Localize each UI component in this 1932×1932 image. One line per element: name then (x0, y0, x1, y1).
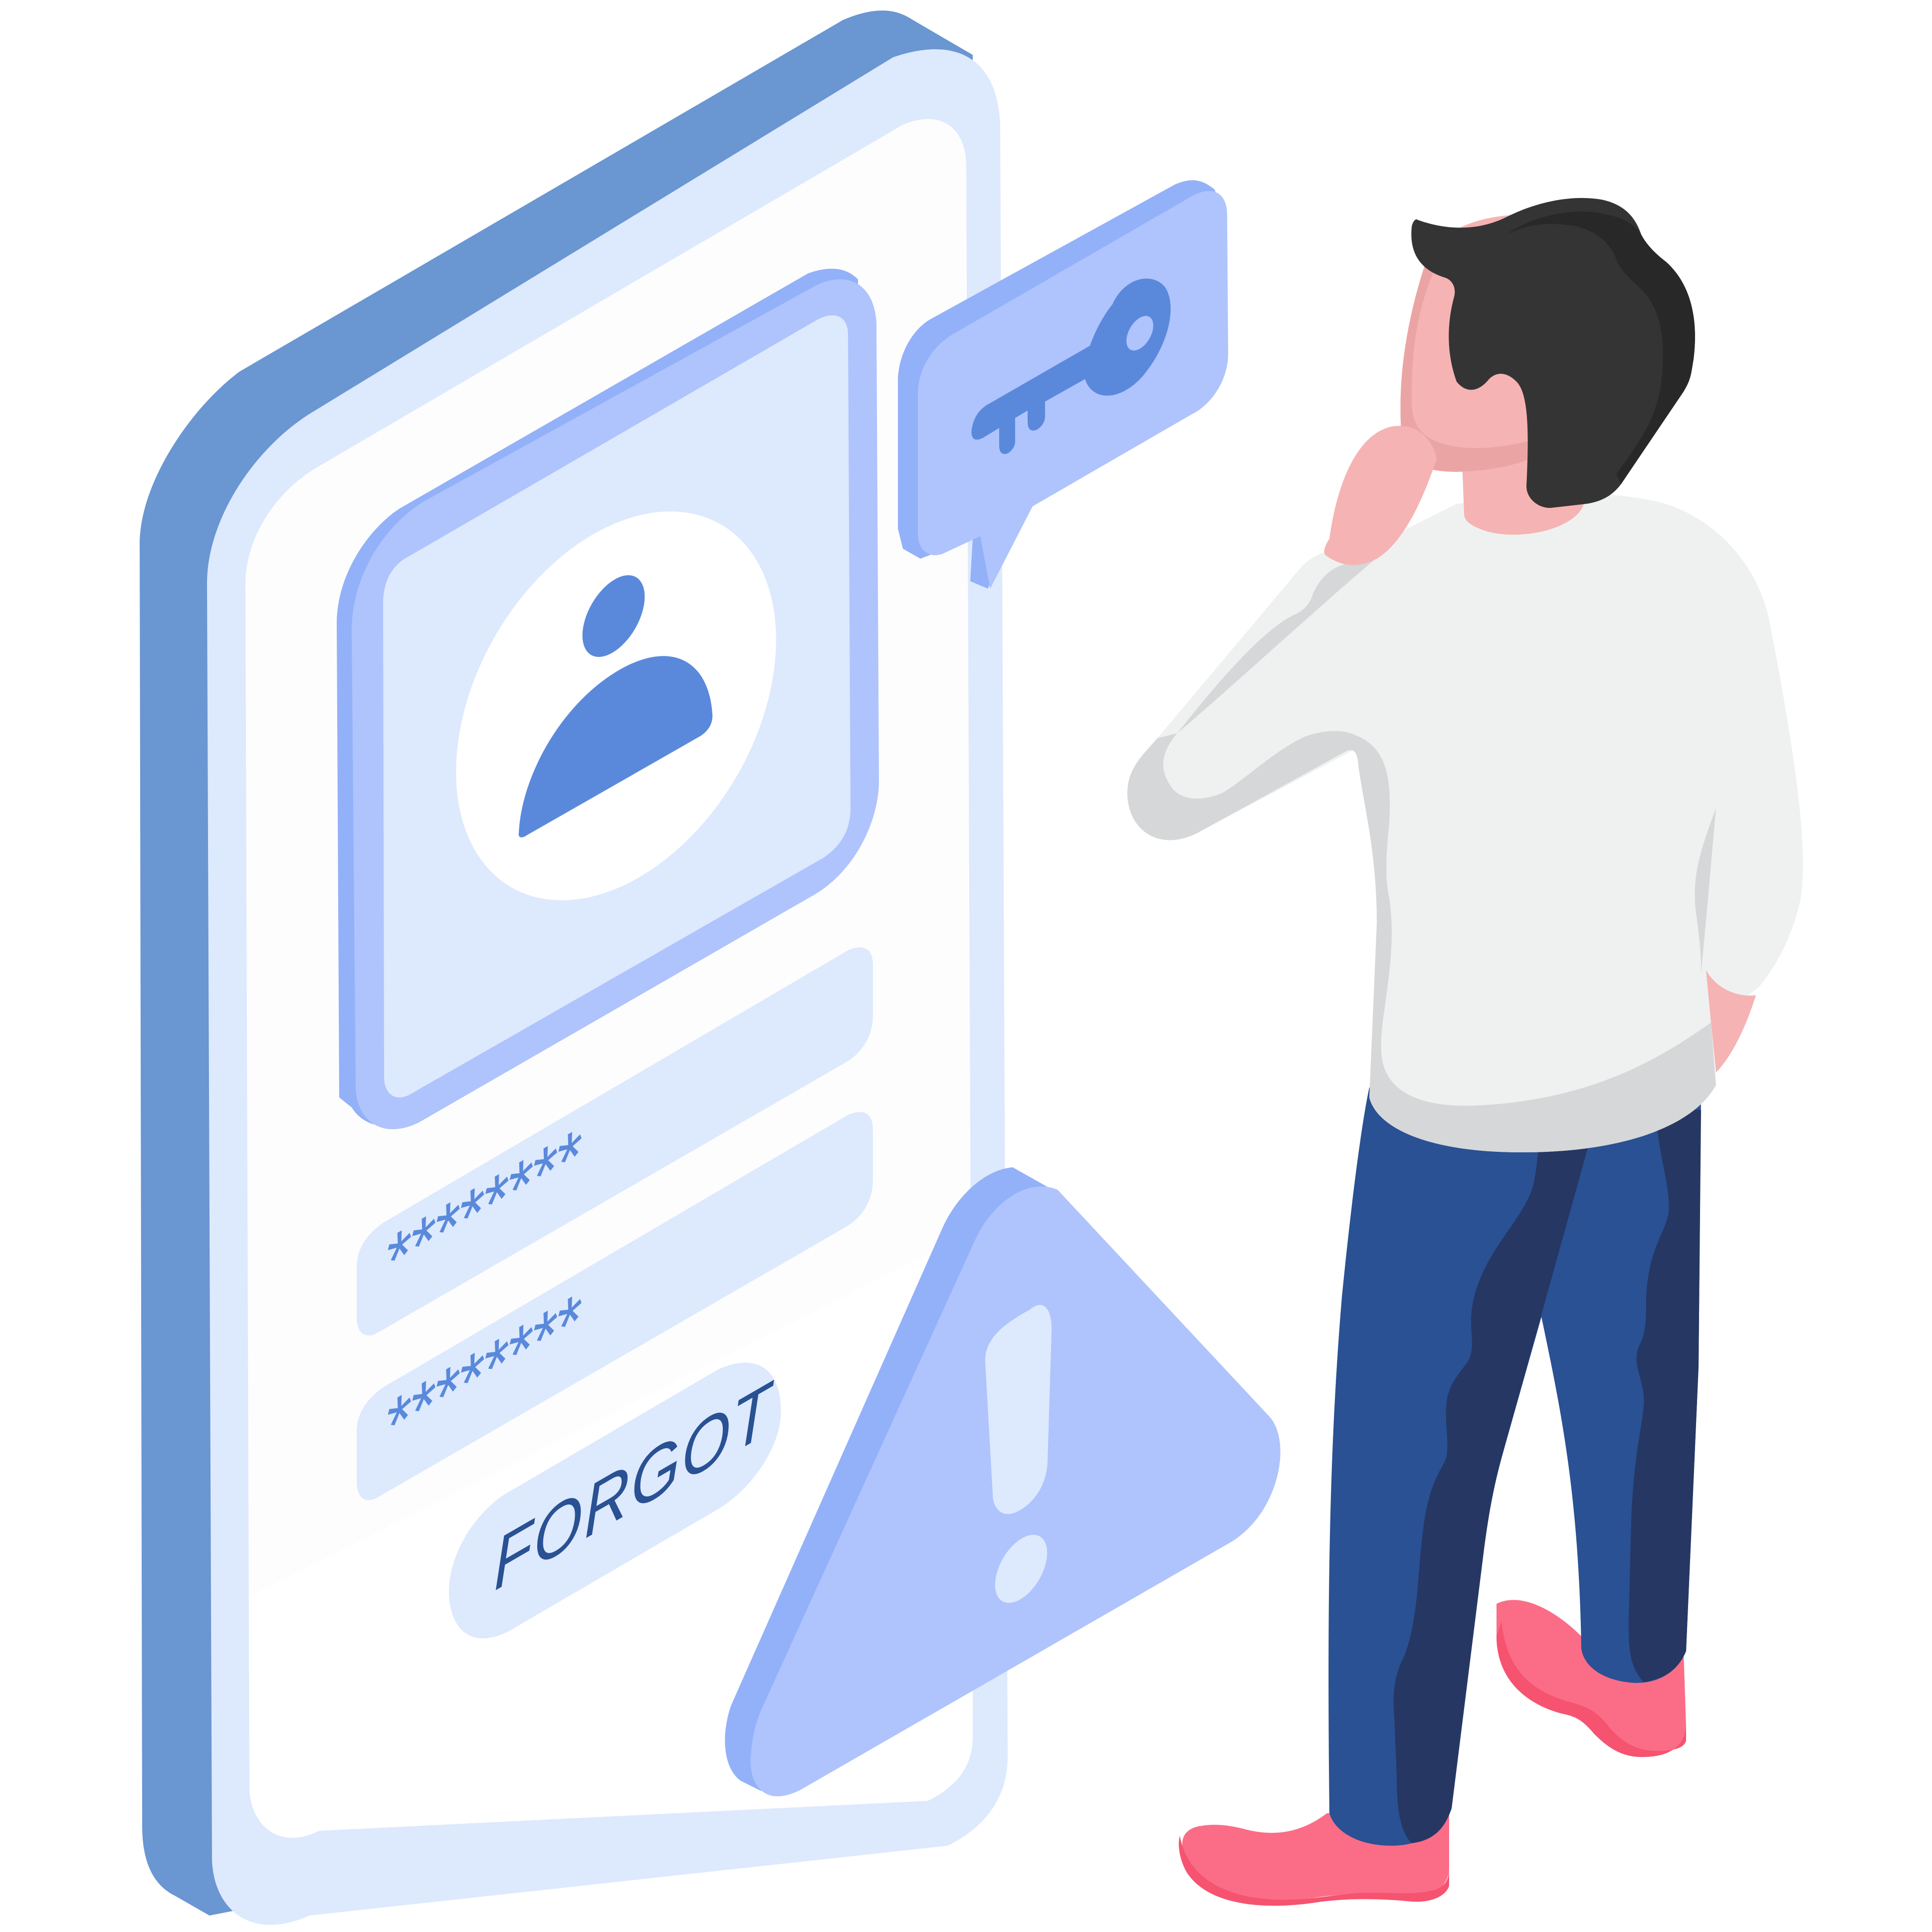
person (1127, 198, 1803, 1906)
forgot-password-illustration: ******** ******** FORGOT (0, 0, 1932, 1932)
